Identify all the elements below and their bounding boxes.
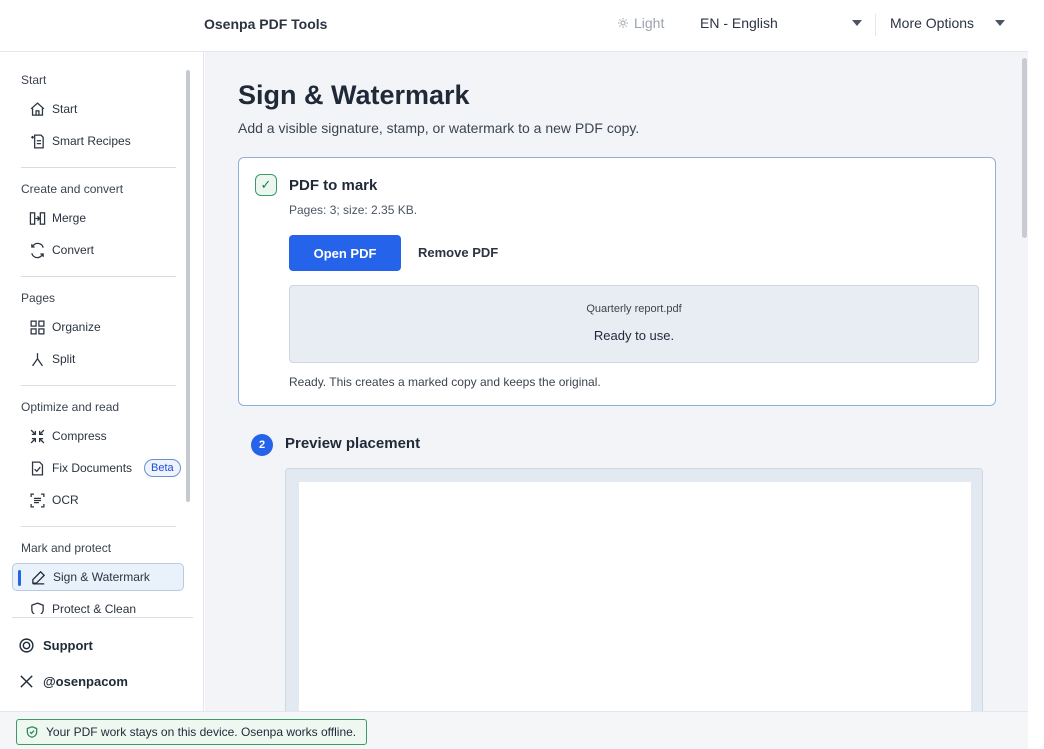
support-icon	[19, 638, 34, 653]
pdf-page-preview[interactable]	[299, 482, 971, 711]
merge-icon	[28, 209, 46, 227]
more-options-select[interactable]: More Options	[890, 15, 1005, 31]
chevron-down-icon	[852, 20, 862, 26]
sun-icon	[618, 18, 628, 28]
sidebar-item-label: Fix Documents	[52, 461, 133, 475]
remove-pdf-button[interactable]: Remove PDF	[418, 245, 498, 260]
section-title-pages: Pages	[21, 291, 56, 305]
check-icon: ✓	[255, 174, 277, 196]
sidebar-item-convert[interactable]: Convert	[12, 236, 184, 264]
sidebar-divider	[21, 526, 176, 527]
sidebar-item-protect-clean[interactable]: Protect & Clean	[12, 595, 184, 614]
offline-notice-text: Your PDF work stays on this device. Osen…	[46, 725, 357, 739]
sidebar-scrollbar[interactable]	[186, 70, 190, 502]
shield-check-icon	[26, 726, 38, 738]
sidebar-item-label: Start	[52, 102, 78, 116]
section-title-start: Start	[21, 73, 47, 87]
sidebar-item-label: Protect & Clean	[52, 602, 137, 614]
sidebar-item-organize[interactable]: Organize	[12, 313, 184, 341]
sidebar-item-label: Merge	[52, 211, 87, 225]
more-options-label: More Options	[890, 15, 975, 31]
preview-area[interactable]	[285, 468, 983, 711]
home-icon	[28, 100, 46, 118]
social-label: @osenpacom	[43, 674, 128, 689]
beta-badge: Beta	[144, 459, 181, 477]
page-title: Sign & Watermark	[238, 80, 470, 110]
header-divider	[875, 14, 876, 36]
open-pdf-button[interactable]: Open PDF	[289, 235, 401, 271]
sidebar-item-label: Smart Recipes	[52, 134, 131, 148]
sidebar-divider	[21, 276, 176, 277]
sidebar-divider	[21, 385, 176, 386]
section-title-mark: Mark and protect	[21, 541, 112, 555]
recipe-icon	[28, 132, 46, 150]
sidebar-item-label: Organize	[52, 320, 101, 334]
shield-icon	[28, 600, 46, 614]
ocr-icon	[28, 491, 46, 509]
app-brand[interactable]: Osenpa PDF Tools	[204, 16, 327, 32]
x-logo-icon	[20, 675, 33, 688]
step-title: PDF to mark	[289, 177, 378, 194]
step-number-badge: 2	[251, 434, 273, 456]
main-scrollbar[interactable]	[1022, 58, 1027, 238]
step-pdf-card: ✓ PDF to mark Pages: 3; size: 2.35 KB. O…	[238, 157, 996, 406]
sidebar-divider	[12, 617, 193, 618]
main-content: Sign & Watermark Add a visible signature…	[205, 52, 1028, 711]
status-bar: Your PDF work stays on this device. Osen…	[0, 711, 1028, 749]
sidebar-item-label: Split	[52, 352, 76, 366]
sidebar-item-label: Sign & Watermark	[53, 570, 150, 584]
sidebar-item-sign-watermark[interactable]: Sign & Watermark	[12, 563, 184, 591]
file-status: Ready to use.	[593, 328, 675, 343]
support-label: Support	[43, 638, 93, 653]
theme-toggle[interactable]: Light	[617, 15, 664, 31]
theme-label: Light	[634, 15, 665, 31]
step-title: Preview placement	[285, 435, 421, 452]
support-link[interactable]: Support	[18, 637, 93, 654]
split-icon	[28, 350, 46, 368]
sidebar-item-compress[interactable]: Compress	[12, 422, 184, 450]
social-link[interactable]: @osenpacom	[18, 673, 128, 690]
compress-icon	[28, 427, 46, 445]
convert-icon	[28, 241, 46, 259]
organize-icon	[28, 318, 46, 336]
file-meta: Pages: 3; size: 2.35 KB.	[289, 203, 418, 217]
language-value: EN - English	[700, 15, 778, 31]
top-bar: Osenpa PDF Tools Light EN - English More…	[0, 0, 1028, 52]
sidebar-item-split[interactable]: Split	[12, 345, 184, 373]
offline-notice: Your PDF work stays on this device. Osen…	[16, 719, 368, 745]
section-title-optimize: Optimize and read	[21, 400, 120, 414]
pen-icon	[29, 568, 47, 586]
fix-icon	[28, 459, 46, 477]
sidebar-item-label: Compress	[52, 429, 107, 443]
sidebar-item-label: Convert	[52, 243, 95, 257]
chevron-down-icon	[995, 20, 1005, 26]
sidebar-item-ocr[interactable]: OCR	[12, 486, 184, 514]
sidebar-item-start[interactable]: Start	[12, 95, 184, 123]
sidebar-item-merge[interactable]: Merge	[12, 204, 184, 232]
sidebar-nav[interactable]: Start Start Smart Recipes Create and con…	[0, 52, 194, 614]
file-name: Quarterly report.pdf	[586, 303, 682, 315]
page-subtitle: Add a visible signature, stamp, or water…	[238, 120, 640, 136]
status-note: Ready. This creates a marked copy and ke…	[289, 375, 601, 389]
section-title-create: Create and convert	[21, 182, 124, 196]
sidebar: Start Start Smart Recipes Create and con…	[0, 52, 204, 711]
sidebar-item-fix-documents[interactable]: Fix Documents Beta	[12, 454, 184, 482]
language-select[interactable]: EN - English	[700, 15, 862, 31]
sidebar-item-smart-recipes[interactable]: Smart Recipes	[12, 127, 184, 155]
sidebar-item-label: OCR	[52, 493, 79, 507]
sidebar-divider	[21, 167, 176, 168]
file-drop-area[interactable]: Quarterly report.pdf Ready to use.	[289, 285, 979, 363]
